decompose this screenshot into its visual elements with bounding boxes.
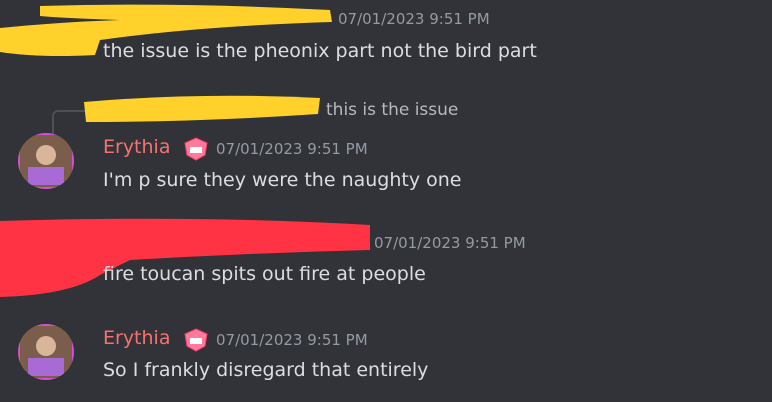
avatar[interactable] [18, 324, 74, 380]
reply-preview-text[interactable]: this is the issue [326, 100, 458, 120]
redacted-username-scribble [0, 218, 370, 297]
message-text[interactable]: I'm p sure they were the naughty one [103, 169, 462, 191]
message-text[interactable]: the issue is the pheonix part not the bi… [103, 40, 537, 62]
message-text[interactable]: So I frankly disregard that entirely [103, 359, 428, 381]
message-timestamp: 07/01/2023 9:51 PM [216, 140, 368, 158]
guild-badge-icon [184, 137, 208, 161]
message-timestamp: 07/01/2023 9:51 PM [216, 331, 368, 349]
username[interactable]: Erythia [103, 327, 170, 349]
guild-badge-icon [184, 328, 208, 352]
redacted-reply-author-scribble [84, 95, 320, 122]
username[interactable]: Erythia [103, 136, 170, 158]
message-timestamp: 07/01/2023 9:51 PM [374, 234, 526, 252]
message-timestamp: 07/01/2023 9:51 PM [338, 10, 490, 28]
message-text[interactable]: fire toucan spits out fire at people [103, 263, 426, 285]
avatar[interactable] [18, 133, 74, 189]
